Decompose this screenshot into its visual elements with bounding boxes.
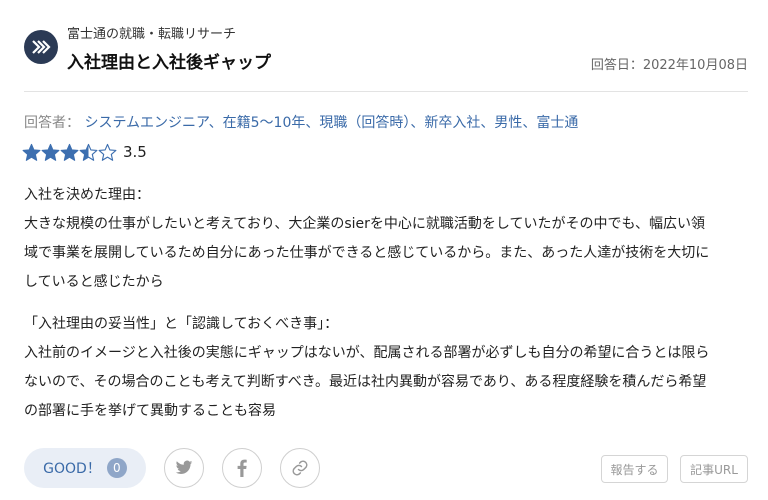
respondent-label: 回答者： bbox=[24, 115, 80, 131]
article-url-button[interactable]: 記事URL bbox=[680, 455, 748, 483]
star-full-icon bbox=[41, 143, 60, 161]
star-empty-icon bbox=[98, 143, 117, 161]
chevrons-right-icon bbox=[24, 30, 58, 64]
divider bbox=[24, 91, 748, 92]
good-label: GOOD！ bbox=[43, 461, 101, 477]
section-line: 入社前のイメージと入社後の実態にギャップはないが、配属される部署が必ずしも自分の… bbox=[24, 345, 710, 361]
good-count-badge: 0 bbox=[106, 458, 127, 478]
respondent-value[interactable]: システムエンジニア、在籍5〜10年、現職（回答時）、新卒入社、男性、富士通 bbox=[84, 115, 578, 131]
section-line: ないので、その場合のことも考えて判断すべき。最近は社内異動が容易であり、ある程度… bbox=[24, 374, 707, 390]
section-line: 域で事業を展開しているため自分にあった仕事ができると感じているから。また、あった… bbox=[24, 245, 710, 261]
rating-score: 3.5 bbox=[123, 143, 147, 161]
section-line: 大きな規模の仕事がしたいと考えており、大企業のsierを中心に就職活動をしていた… bbox=[24, 216, 706, 232]
star-full-icon bbox=[60, 143, 79, 161]
section-heading: 入社を決めた理由： bbox=[24, 187, 150, 203]
star-full-icon bbox=[22, 143, 41, 161]
star-half-icon bbox=[79, 143, 98, 161]
report-button[interactable]: 報告する bbox=[601, 455, 668, 483]
answer-date: 回答日：2022年10月08日 bbox=[590, 58, 748, 73]
good-button[interactable]: GOOD！ 0 bbox=[24, 448, 146, 488]
facebook-icon bbox=[237, 459, 247, 477]
section-line: していると感じたから bbox=[24, 274, 164, 290]
validity-section: 「入社理由の妥当性」と「認識しておくべき事」： 入社前のイメージと入社後の実態に… bbox=[24, 310, 748, 426]
copy-link-button[interactable] bbox=[280, 448, 320, 488]
reason-section: 入社を決めた理由： 大きな規模の仕事がしたいと考えており、大企業のsierを中心… bbox=[24, 181, 748, 297]
twitter-share-button[interactable] bbox=[164, 448, 204, 488]
page-header: 富士通の就職・転職リサーチ 入社理由と入社後ギャップ 回答日：2022年10月0… bbox=[24, 16, 748, 84]
rating: 3.5 bbox=[22, 141, 147, 163]
rating-stars bbox=[22, 143, 117, 162]
twitter-icon bbox=[175, 460, 193, 475]
link-icon bbox=[292, 460, 308, 476]
respondent-info: 回答者： システムエンジニア、在籍5〜10年、現職（回答時）、新卒入社、男性、富… bbox=[24, 112, 578, 132]
section-subtitle: 富士通の就職・転職リサーチ bbox=[67, 27, 237, 42]
article-footer: GOOD！ 0 報告する 記事URL bbox=[24, 448, 748, 488]
section-heading: 「入社理由の妥当性」と「認識しておくべき事」： bbox=[24, 316, 339, 332]
facebook-share-button[interactable] bbox=[222, 448, 262, 488]
section-line: の部署に手を挙げて異動することも容易 bbox=[24, 403, 276, 419]
page-title: 入社理由と入社後ギャップ bbox=[67, 53, 271, 73]
